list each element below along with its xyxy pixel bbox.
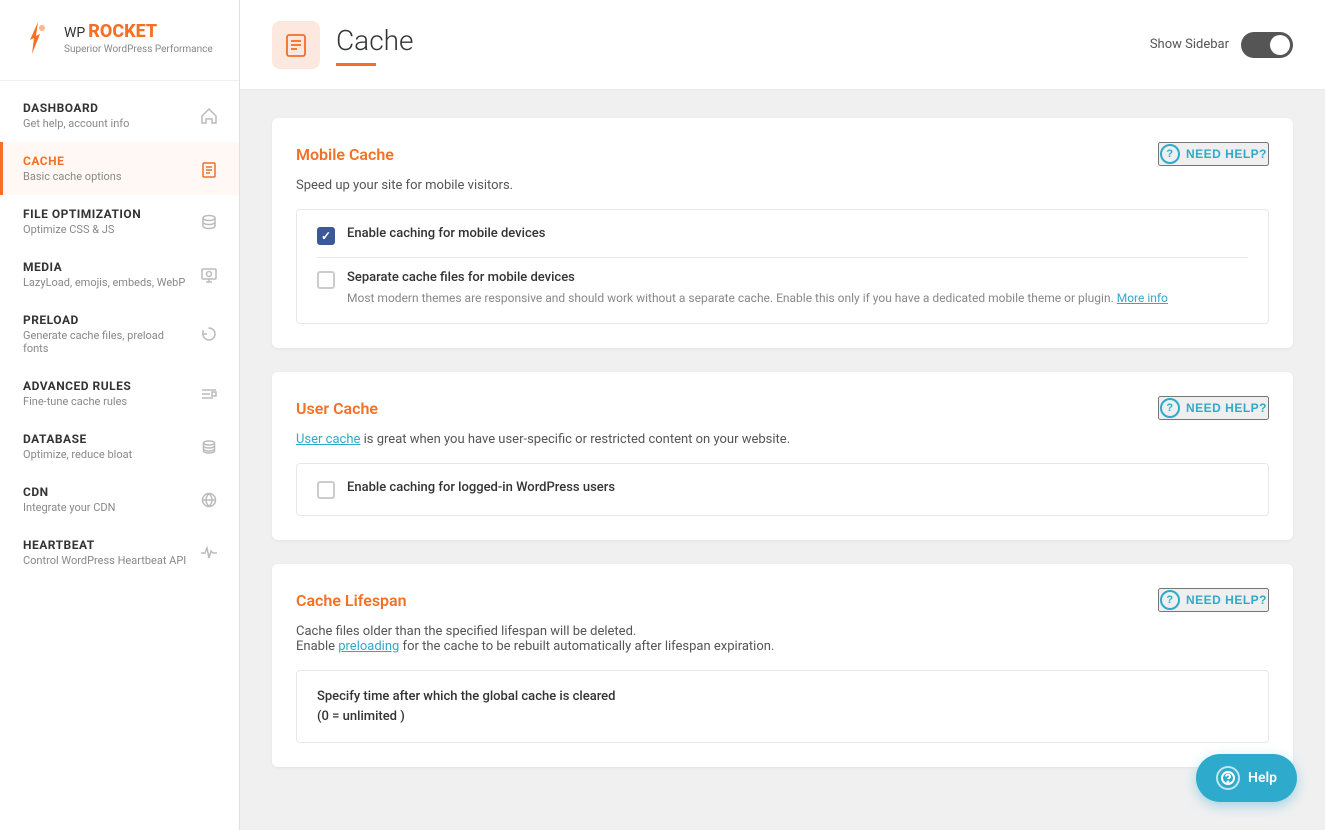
sidebar: WP ROCKET Superior WordPress Performance… bbox=[0, 0, 240, 830]
user-cache-title: User Cache bbox=[296, 399, 378, 418]
nav-title-preload: PRELOAD bbox=[23, 313, 191, 327]
nav-title-file-opt: FILE OPTIMIZATION bbox=[23, 207, 191, 221]
logo-rocket-text: ROCKET bbox=[88, 21, 157, 42]
sidebar-item-file-optimization[interactable]: FILE OPTIMIZATION Optimize CSS & JS bbox=[0, 195, 239, 248]
logo-wp-text: WP bbox=[64, 25, 85, 41]
cache-lifespan-help-label: NEED HELP? bbox=[1186, 593, 1267, 607]
nav-title-database: DATABASE bbox=[23, 432, 191, 446]
separate-files-label: Separate cache files for mobile devices bbox=[347, 270, 1248, 285]
nav-subtitle-preload: Generate cache files, preload fonts bbox=[23, 329, 191, 355]
mobile-cache-need-help-label: NEED HELP? bbox=[1186, 147, 1267, 161]
separate-files-option-row: Separate cache files for mobile devices … bbox=[317, 258, 1248, 307]
page-header-icon bbox=[272, 21, 320, 69]
wp-rocket-logo-icon bbox=[20, 20, 56, 56]
enable-logged-in-label: Enable caching for logged-in WordPress u… bbox=[347, 480, 1248, 495]
sidebar-item-advanced-rules[interactable]: ADVANCED RULES Fine-tune cache rules bbox=[0, 367, 239, 420]
mobile-cache-options-box: Enable caching for mobile devices Separa… bbox=[296, 209, 1269, 324]
mobile-cache-title: Mobile Cache bbox=[296, 145, 394, 164]
show-sidebar-label: Show Sidebar bbox=[1150, 37, 1229, 52]
cache-lifespan-help-icon: ? bbox=[1160, 590, 1180, 610]
user-cache-section: User Cache ? NEED HELP? User cache is gr… bbox=[272, 372, 1293, 540]
logo-subtitle: Superior WordPress Performance bbox=[64, 44, 213, 55]
nav-subtitle-dashboard: Get help, account info bbox=[23, 117, 191, 130]
enable-mobile-option-row: Enable caching for mobile devices bbox=[317, 226, 1248, 257]
separate-files-description: Most modern themes are responsive and sh… bbox=[347, 289, 1248, 307]
separate-files-checkbox[interactable] bbox=[317, 271, 335, 289]
cdn-icon bbox=[199, 490, 219, 510]
mobile-cache-need-help-button[interactable]: ? NEED HELP? bbox=[1158, 142, 1269, 166]
help-fab-button[interactable]: Help bbox=[1196, 754, 1297, 802]
lifespan-box: Specify time after which the global cach… bbox=[296, 670, 1269, 743]
nav-subtitle-cache: Basic cache options bbox=[23, 170, 191, 183]
show-sidebar-toggle[interactable]: OFF bbox=[1241, 32, 1293, 58]
logo-area: WP ROCKET Superior WordPress Performance bbox=[0, 0, 239, 81]
nav-subtitle-file-opt: Optimize CSS & JS bbox=[23, 223, 191, 236]
sidebar-item-preload[interactable]: PRELOAD Generate cache files, preload fo… bbox=[0, 301, 239, 367]
nav-subtitle-cdn: Integrate your CDN bbox=[23, 501, 191, 514]
toggle-off-text: OFF bbox=[1272, 40, 1288, 50]
enable-logged-in-row: Enable caching for logged-in WordPress u… bbox=[317, 480, 1248, 499]
file-optimization-icon bbox=[199, 212, 219, 232]
sidebar-item-dashboard[interactable]: DASHBOARD Get help, account info bbox=[0, 89, 239, 142]
nav-subtitle-advanced: Fine-tune cache rules bbox=[23, 395, 191, 408]
nav-title-heartbeat: HEARTBEAT bbox=[23, 538, 191, 552]
need-help-icon: ? bbox=[1160, 144, 1180, 164]
more-info-link[interactable]: More info bbox=[1117, 291, 1168, 305]
cache-lifespan-title: Cache Lifespan bbox=[296, 591, 407, 610]
nav-subtitle-database: Optimize, reduce bloat bbox=[23, 448, 191, 461]
sidebar-nav: DASHBOARD Get help, account info CACHE B… bbox=[0, 81, 239, 830]
media-icon bbox=[199, 265, 219, 285]
sidebar-item-cdn[interactable]: CDN Integrate your CDN bbox=[0, 473, 239, 526]
preloading-link[interactable]: preloading bbox=[338, 639, 399, 654]
nav-title-cdn: CDN bbox=[23, 485, 191, 499]
lifespan-label: Specify time after which the global cach… bbox=[317, 687, 1248, 726]
cache-lifespan-description: Cache files older than the specified lif… bbox=[296, 624, 1269, 654]
nav-title-advanced: ADVANCED RULES bbox=[23, 379, 191, 393]
user-cache-options-box: Enable caching for logged-in WordPress u… bbox=[296, 463, 1269, 516]
sidebar-item-heartbeat[interactable]: HEARTBEAT Control WordPress Heartbeat AP… bbox=[0, 526, 239, 579]
preload-icon bbox=[199, 324, 219, 344]
user-cache-link[interactable]: User cache bbox=[296, 432, 360, 447]
heartbeat-icon bbox=[199, 543, 219, 563]
database-icon bbox=[199, 437, 219, 457]
sidebar-item-cache[interactable]: CACHE Basic cache options bbox=[0, 142, 239, 195]
content-area: Mobile Cache ? NEED HELP? Speed up your … bbox=[240, 90, 1325, 830]
user-cache-need-help-button[interactable]: ? NEED HELP? bbox=[1158, 396, 1269, 420]
enable-mobile-checkbox[interactable] bbox=[317, 227, 335, 245]
sidebar-item-database[interactable]: DATABASE Optimize, reduce bloat bbox=[0, 420, 239, 473]
help-fab-label: Help bbox=[1248, 770, 1277, 786]
dashboard-icon bbox=[199, 106, 219, 126]
advanced-rules-icon bbox=[199, 384, 219, 404]
page-header: Cache Show Sidebar OFF bbox=[240, 0, 1325, 90]
page-title: Cache bbox=[336, 24, 414, 57]
nav-subtitle-media: LazyLoad, emojis, embeds, WebP bbox=[23, 276, 191, 289]
user-cache-need-help-icon: ? bbox=[1160, 398, 1180, 418]
page-title-underline bbox=[336, 63, 376, 66]
enable-logged-in-checkbox[interactable] bbox=[317, 481, 335, 499]
nav-title-media: MEDIA bbox=[23, 260, 191, 274]
cache-lifespan-need-help-button[interactable]: ? NEED HELP? bbox=[1158, 588, 1269, 612]
nav-title-dashboard: DASHBOARD bbox=[23, 101, 191, 115]
nav-subtitle-heartbeat: Control WordPress Heartbeat API bbox=[23, 554, 191, 567]
cache-lifespan-section: Cache Lifespan ? NEED HELP? Cache files … bbox=[272, 564, 1293, 767]
user-cache-need-help-label: NEED HELP? bbox=[1186, 401, 1267, 415]
help-fab-icon bbox=[1216, 766, 1240, 790]
enable-mobile-label: Enable caching for mobile devices bbox=[347, 226, 1248, 241]
main-content: Cache Show Sidebar OFF Mobile Cache ? NE… bbox=[240, 0, 1325, 830]
nav-title-cache: CACHE bbox=[23, 154, 191, 168]
user-cache-description: User cache is great when you have user-s… bbox=[296, 432, 1269, 447]
mobile-cache-description: Speed up your site for mobile visitors. bbox=[296, 178, 1269, 193]
mobile-cache-section: Mobile Cache ? NEED HELP? Speed up your … bbox=[272, 118, 1293, 348]
cache-icon bbox=[199, 159, 219, 179]
sidebar-item-media[interactable]: MEDIA LazyLoad, emojis, embeds, WebP bbox=[0, 248, 239, 301]
